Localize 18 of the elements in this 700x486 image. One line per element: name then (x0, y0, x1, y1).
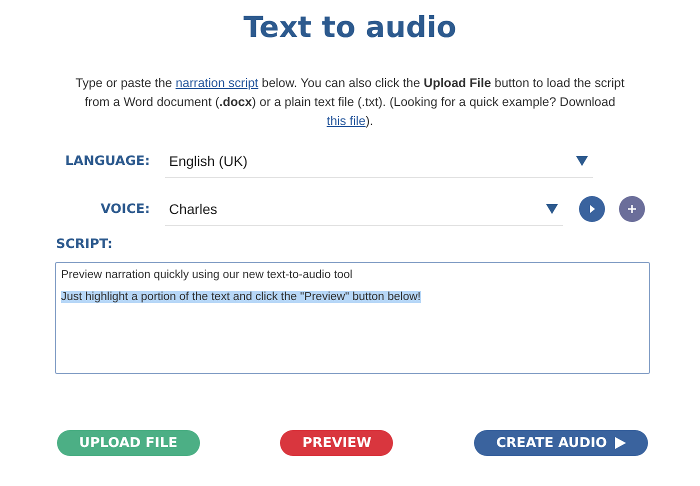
text-link[interactable]: narration script (176, 76, 258, 90)
intro-paragraph: Type or paste the narration script below. You can also click the Upload File button to load the script from a Word document (.docx) or a plain text file (.txt). (Looking for a quick example? Download this file). (74, 75, 626, 130)
page-title: Text to audio (244, 10, 456, 44)
dropdown-field[interactable]: Charles (165, 192, 563, 226)
dropdown-arrow-icon (576, 156, 588, 166)
field-label: LANGUAGE: (65, 154, 150, 168)
script-line: Preview narration quickly using our new text-to-audio tool (61, 269, 352, 281)
dropdown-arrow-icon (546, 204, 558, 214)
add-button[interactable] (619, 196, 645, 222)
action-button[interactable]: PREVIEW (280, 430, 394, 456)
field-label: VOICE: (100, 202, 150, 216)
play-button[interactable] (579, 196, 605, 222)
script-label: SCRIPT: (56, 237, 113, 252)
dropdown-field[interactable]: English (UK) (165, 144, 593, 178)
text-link[interactable]: this file (326, 114, 366, 128)
play-icon (614, 437, 626, 449)
action-button[interactable]: CREATE AUDIO (474, 430, 648, 456)
script-text-area[interactable]: Preview narration quickly using our new text-to-audio tool Just highlight a portion of the text and click the "Preview" button below! (55, 262, 650, 374)
